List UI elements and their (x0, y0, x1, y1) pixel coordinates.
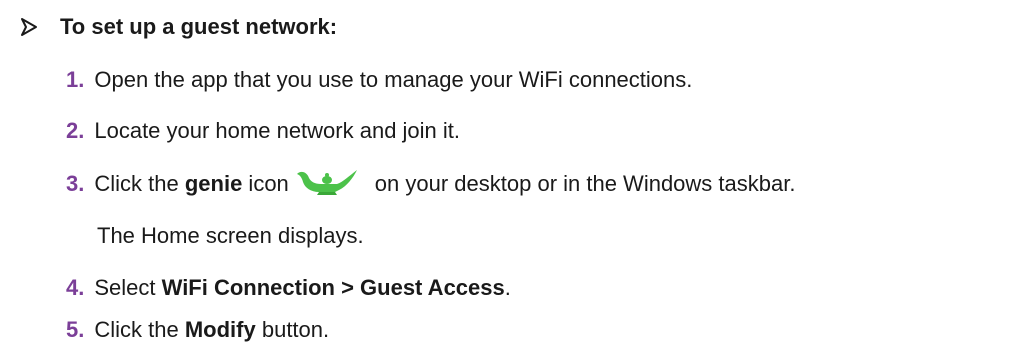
step-text: Locate your home network and join it. (94, 118, 461, 143)
step-text-post: on your desktop or in the Windows taskba… (374, 171, 796, 196)
step-text-bold: Modify (184, 317, 256, 342)
step-1: 1. Open the app that you use to manage yo… (66, 66, 692, 94)
step-text-bold: genie (184, 171, 243, 196)
step-number: 1. (66, 67, 85, 92)
section-heading: To set up a guest network: (20, 14, 337, 40)
step-number: 2. (66, 118, 85, 143)
result-note: The Home screen displays. (97, 223, 364, 248)
step-3: 3. Click the genie icon on your desktop o… (66, 170, 795, 199)
step-text-bold: WiFi Connection > Guest Access (161, 275, 505, 300)
arrow-right-icon (21, 18, 37, 36)
step-text: Open the app that you use to manage your… (94, 67, 693, 92)
step-text-post: . (504, 275, 511, 300)
step-text-pre: Click the (94, 317, 185, 342)
step-4: 4. Select WiFi Connection > Guest Access. (66, 274, 511, 302)
genie-lamp-icon[interactable] (295, 168, 359, 196)
heading-text: To set up a guest network: (60, 14, 338, 39)
step-number: 4. (66, 275, 85, 300)
step-text-mid: icon (242, 171, 289, 196)
step-2: 2. Locate your home network and join it. (66, 117, 460, 145)
step-text-pre: Select (94, 275, 162, 300)
step-number: 5. (66, 317, 85, 342)
step-5: 5. Click the Modify button. (66, 316, 329, 344)
step-text-post: button. (255, 317, 330, 342)
step-number: 3. (66, 171, 85, 196)
step-text-pre: Click the (94, 171, 185, 196)
